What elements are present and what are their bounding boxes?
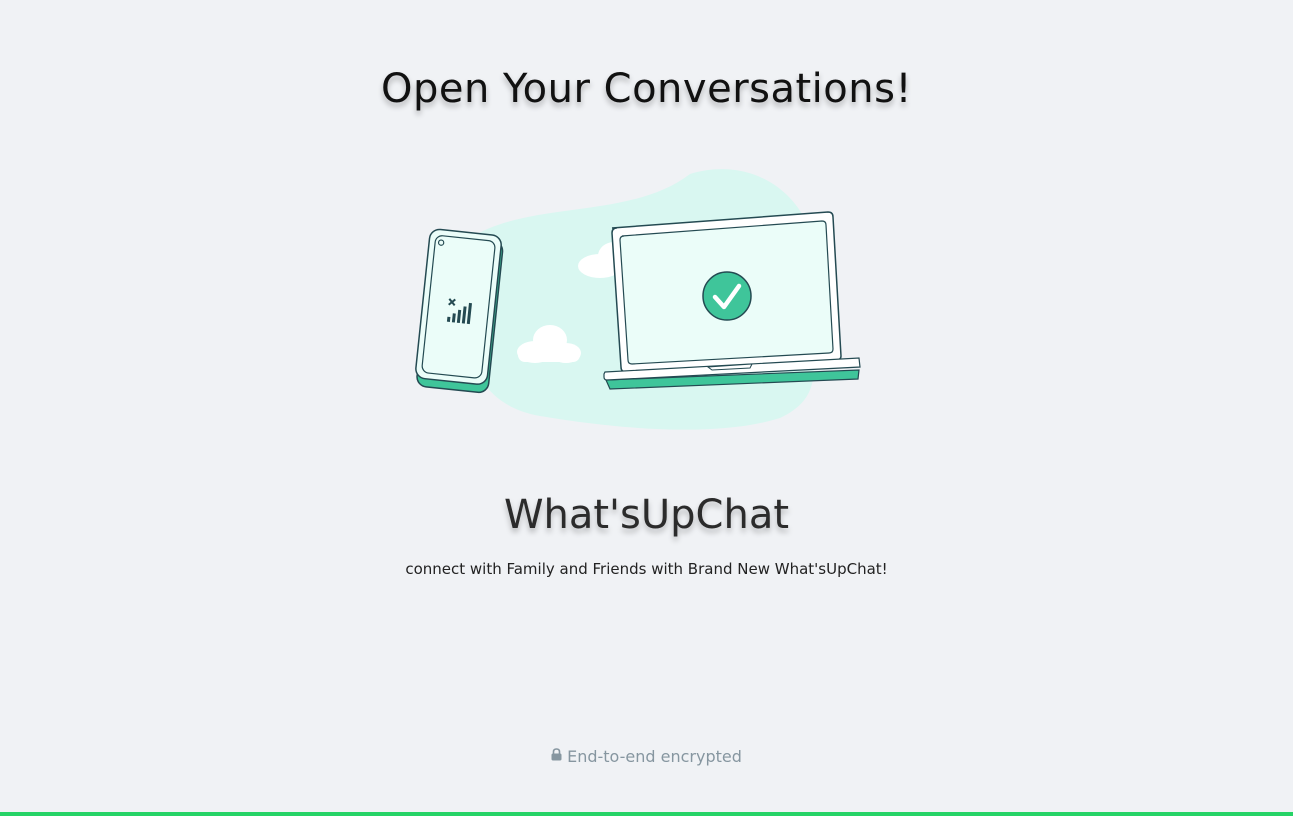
laptop-icon	[603, 211, 861, 390]
app-name: What'sUpChat	[503, 492, 790, 538]
lock-icon	[551, 746, 562, 765]
connect-illustration	[400, 160, 880, 440]
encryption-text: End-to-end encrypted	[567, 747, 742, 766]
phone-icon	[415, 228, 504, 394]
accent-bar	[0, 812, 1293, 816]
check-circle-icon	[702, 271, 752, 321]
encryption-note: End-to-end encrypted	[0, 747, 1293, 767]
page-title: Open Your Conversations!	[381, 66, 912, 112]
tagline: connect with Family and Friends with Bra…	[405, 560, 888, 578]
